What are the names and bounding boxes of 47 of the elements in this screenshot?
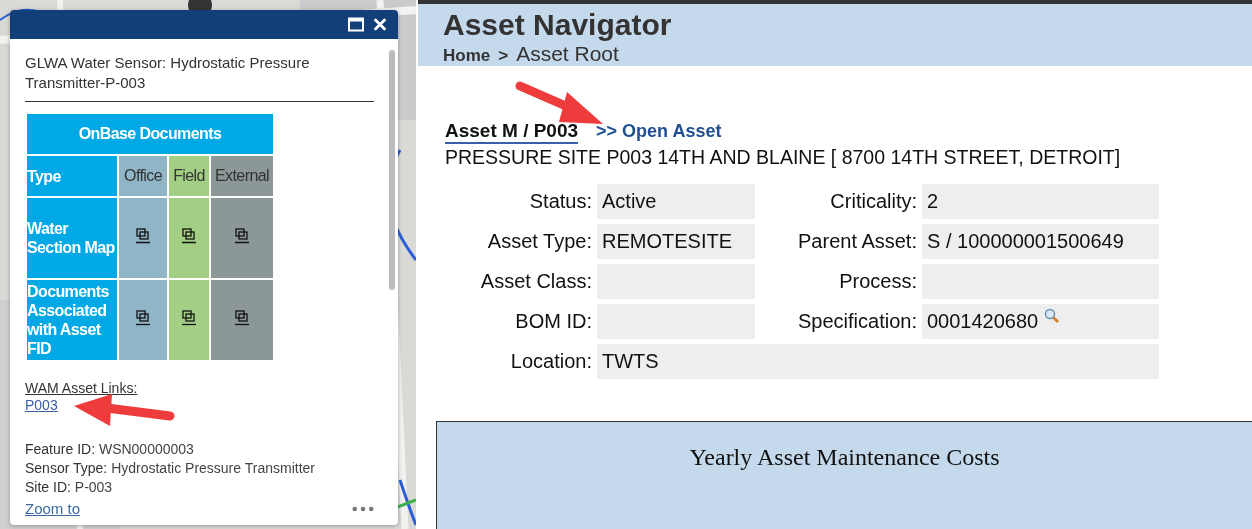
field-label: Specification:	[797, 310, 917, 333]
scrollbar[interactable]	[389, 50, 395, 290]
field-label: Asset Type:	[486, 230, 592, 253]
links-heading: WAM Asset Links:	[25, 380, 139, 396]
row-header: Water Section Map	[27, 198, 117, 278]
close-icon[interactable]	[372, 17, 388, 32]
table-header: Type	[27, 156, 117, 196]
document-link-icon[interactable]	[135, 228, 151, 244]
page-title: Asset Navigator	[443, 8, 673, 42]
value-text: 2	[927, 190, 939, 213]
field-label: Asset Class:	[479, 270, 592, 293]
zoom-link[interactable]: Zoom to	[25, 500, 81, 517]
value-text: TWTS	[602, 350, 659, 373]
breadcrumb-link[interactable]: Home	[443, 46, 491, 66]
search-icon[interactable]	[1044, 308, 1061, 324]
field-label: Process:	[838, 270, 917, 293]
field-label: Status:	[528, 190, 592, 213]
attribute-line: Site ID: P-003	[25, 478, 114, 497]
breadcrumb-separator: >	[498, 46, 509, 66]
table-title: OnBase Documents	[27, 114, 273, 154]
document-link-icon[interactable]	[234, 310, 250, 326]
value-text: S / 100000001500649	[927, 230, 1124, 253]
field-label: Location:	[509, 350, 592, 373]
document-link-icon[interactable]	[181, 310, 197, 326]
table-header: External	[211, 156, 273, 196]
popup-title: GLWA Water Sensor: Hydrostatic Pressure Transmitter-P-003	[25, 53, 374, 102]
table-header: Office	[119, 156, 167, 196]
document-link-icon[interactable]	[181, 228, 197, 244]
maximize-icon[interactable]	[348, 17, 364, 32]
field-label: Criticality:	[829, 190, 917, 213]
field-label: BOM ID:	[514, 310, 592, 333]
attribute-line: Feature ID: WSN00000003	[25, 440, 195, 459]
document-link-icon[interactable]	[234, 228, 250, 244]
value-text: 0001420680	[927, 310, 1039, 333]
asset-link[interactable]: P003	[25, 397, 58, 413]
value-text: REMOTESITE	[602, 230, 732, 253]
document-link-icon[interactable]	[135, 310, 151, 326]
more-icon[interactable]	[352, 505, 374, 512]
attribute-line: Sensor Type: Hydrostatic Pressure Transmitter	[25, 459, 316, 478]
asset-description: PRESSURE SITE P003 14TH AND BLAINE [ 8700 14TH STREET, DETROIT]	[445, 146, 1122, 169]
field-label: Parent Asset:	[797, 230, 917, 253]
breadcrumb-current: Asset Root	[516, 42, 619, 66]
row-header: Documents Associated with Asset FID	[27, 280, 117, 360]
table-header: Field	[169, 156, 209, 196]
value-text: Active	[602, 190, 657, 213]
chart-title: Yearly Asset Maintenance Costs	[688, 444, 1001, 471]
open-asset-link[interactable]: >> Open Asset	[596, 121, 722, 142]
